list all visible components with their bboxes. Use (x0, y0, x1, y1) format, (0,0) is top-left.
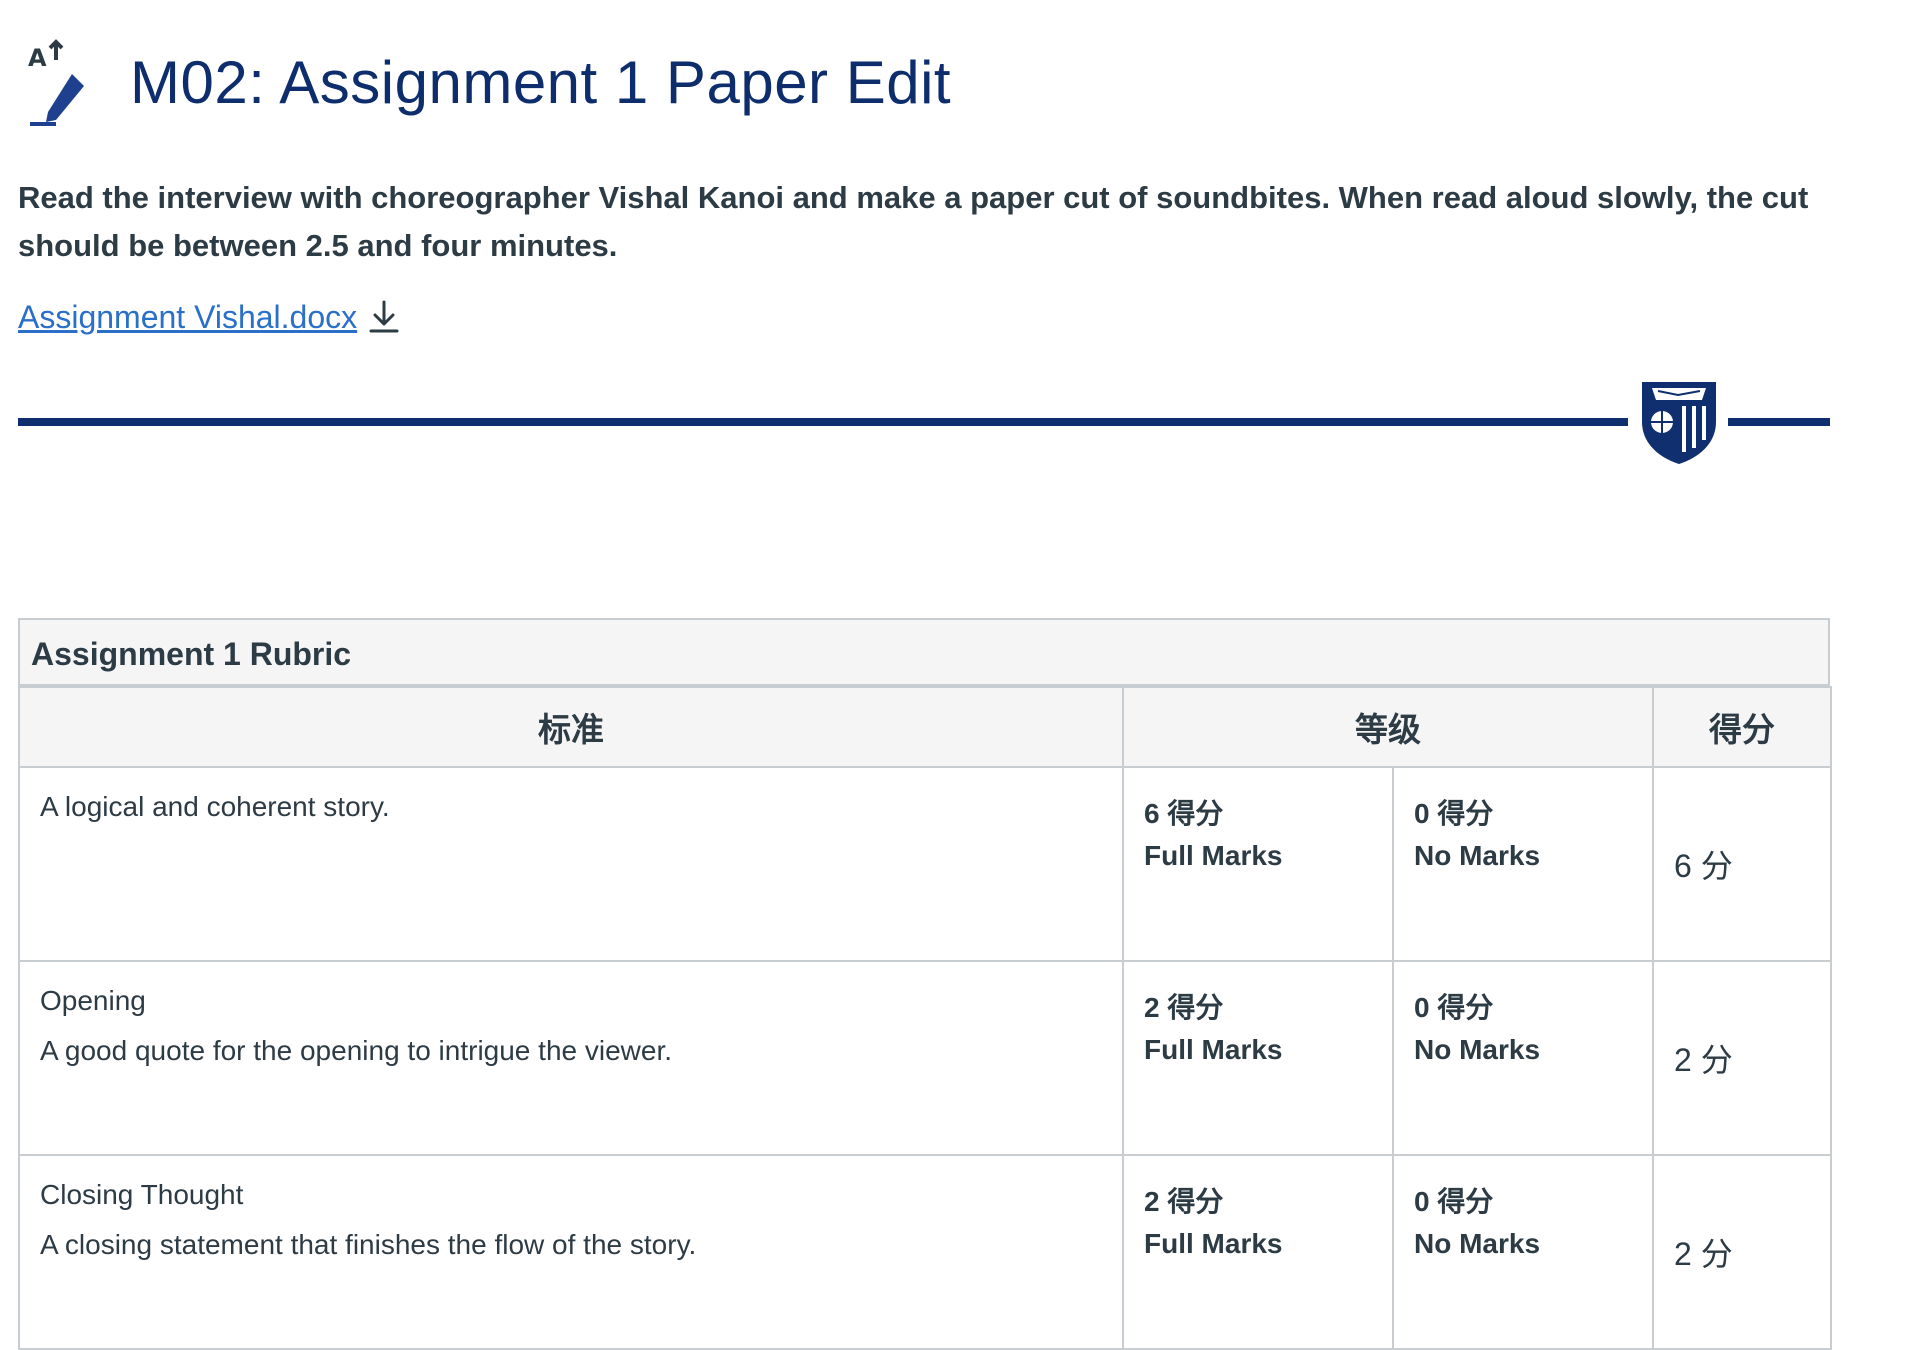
rating-description: No Marks (1414, 1034, 1541, 1065)
rubric-table: 标准 等级 得分 A logical and coherent story. 6… (18, 686, 1832, 1350)
criterion-title: A logical and coherent story. (40, 791, 390, 822)
ratings-header: 等级 (1122, 686, 1654, 768)
rating-description: Full Marks (1144, 1034, 1283, 1065)
criterion-cell: Opening A good quote for the opening to … (18, 960, 1124, 1156)
rating-cell: 2 得分 Full Marks (1122, 1154, 1394, 1350)
criterion-points: 6 分 (1652, 766, 1832, 962)
assignment-description: Read the interview with choreographer Vi… (18, 180, 1809, 263)
rating-points: 0 得分 (1414, 798, 1494, 829)
rating-points: 0 得分 (1414, 1186, 1494, 1217)
criterion-points: 2 分 (1652, 960, 1832, 1156)
rubric-row: Closing Thought A closing statement that… (18, 1154, 1832, 1350)
rubric-row: Opening A good quote for the opening to … (18, 960, 1832, 1156)
criterion-description: A good quote for the opening to intrigue… (40, 1035, 673, 1066)
rating-points: 2 得分 (1144, 1186, 1224, 1217)
page-header: A M02: Assignment 1 Paper Edit (26, 38, 951, 128)
svg-text:A: A (28, 44, 47, 72)
rating-cell: 0 得分 No Marks (1392, 1154, 1654, 1350)
rating-points: 6 得分 (1144, 798, 1224, 829)
rating-description: No Marks (1414, 1228, 1541, 1259)
rating-description: No Marks (1414, 840, 1541, 871)
rating-points: 0 得分 (1414, 992, 1494, 1023)
rating-points: 2 得分 (1144, 992, 1224, 1023)
university-shield-logo (1642, 382, 1716, 464)
page-title: M02: Assignment 1 Paper Edit (130, 49, 952, 116)
rubric-row: A logical and coherent story. 6 得分 Full … (18, 766, 1832, 962)
criteria-header: 标准 (18, 686, 1124, 768)
section-divider (18, 418, 1628, 426)
criterion-title: Opening (40, 985, 146, 1016)
criterion-title: Closing Thought (40, 1179, 244, 1210)
criterion-description: A closing statement that finishes the fl… (40, 1229, 697, 1260)
rubric-header-row: 标准 等级 得分 (18, 686, 1832, 768)
points-header: 得分 (1652, 686, 1832, 768)
rubric: Assignment 1 Rubric 标准 等级 得分 A logical a… (18, 618, 1832, 1350)
rating-cell: 2 得分 Full Marks (1122, 960, 1394, 1156)
criterion-cell: A logical and coherent story. (18, 766, 1124, 962)
download-icon[interactable] (367, 298, 401, 336)
rating-description: Full Marks (1144, 1228, 1283, 1259)
rating-cell: 0 得分 No Marks (1392, 766, 1654, 962)
attachment-row: Assignment Vishal.docx (18, 298, 401, 336)
attachment-link[interactable]: Assignment Vishal.docx (18, 299, 357, 336)
section-divider-right (1728, 418, 1830, 426)
rating-description: Full Marks (1144, 840, 1283, 871)
rubric-title: Assignment 1 Rubric (18, 618, 1830, 686)
rating-cell: 6 得分 Full Marks (1122, 766, 1394, 962)
criterion-points: 2 分 (1652, 1154, 1832, 1350)
rating-cell: 0 得分 No Marks (1392, 960, 1654, 1156)
assignment-pencil-icon: A (28, 39, 84, 126)
criterion-cell: Closing Thought A closing statement that… (18, 1154, 1124, 1350)
